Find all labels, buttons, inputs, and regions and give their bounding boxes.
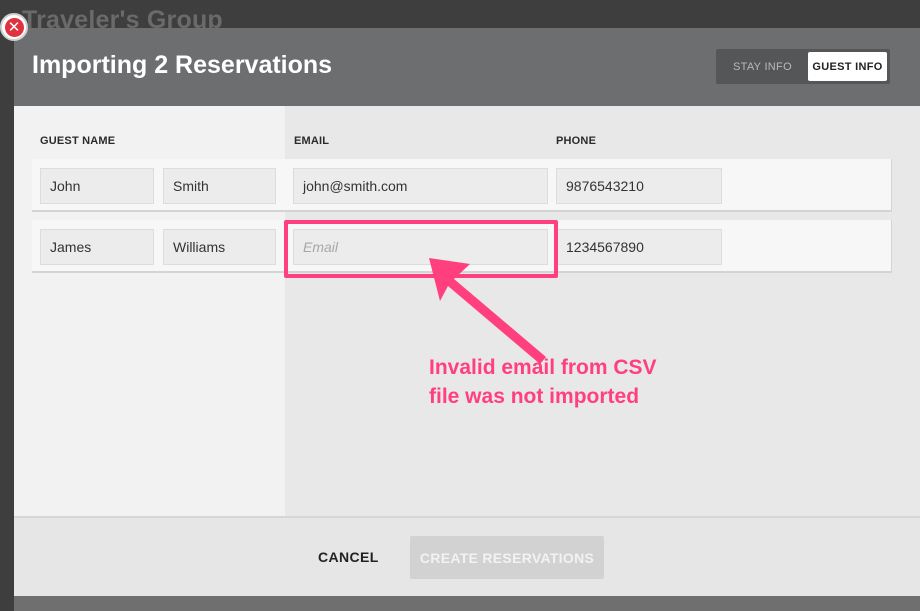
annotation-arrow-icon (429, 258, 546, 364)
annotation-line-2: file was not imported (429, 385, 640, 408)
cancel-button[interactable]: CANCEL (318, 549, 379, 565)
create-reservations-button[interactable]: CREATE RESERVATIONS (410, 536, 604, 579)
close-button[interactable]: ✕ (0, 13, 28, 41)
annotation-line-1: Invalid email from CSV (429, 356, 657, 379)
close-icon: ✕ (4, 17, 24, 37)
annotation-text: Invalid email from CSV file was not impo… (429, 353, 657, 411)
modal-footer: CANCEL CREATE RESERVATIONS (14, 516, 920, 596)
import-modal: Importing 2 Reservations STAY INFO GUEST… (14, 28, 920, 596)
background-panel-edge (14, 596, 920, 611)
